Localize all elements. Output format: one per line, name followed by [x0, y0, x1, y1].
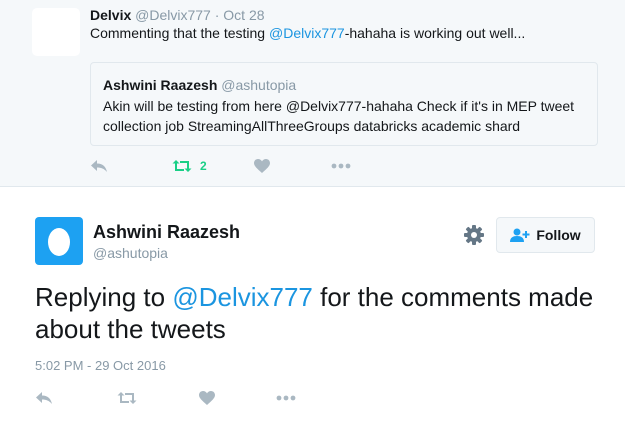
main-mention-link[interactable]: @Delvix777	[172, 282, 313, 312]
context-author-handle[interactable]: @Delvix777	[135, 7, 211, 23]
tweet-timestamp[interactable]: 5:02 PM - 29 Oct 2016	[35, 358, 166, 373]
main-tweet-actions	[35, 388, 335, 408]
quoted-tweet-text: Akin will be testing from here @Delvix77…	[103, 98, 575, 134]
main-tweet-text: Replying to @Delvix777 for the comments …	[35, 281, 595, 345]
context-more-button[interactable]	[331, 156, 351, 176]
quoted-author-name: Ashwini Raazesh	[103, 77, 218, 93]
context-text-prefix: Commenting that the testing	[90, 25, 269, 41]
context-tweet-date[interactable]: Oct 28	[223, 7, 264, 23]
reply-icon	[91, 160, 107, 172]
retweet-count: 2	[200, 159, 207, 173]
main-author-name[interactable]: Ashwini Raazesh	[93, 222, 240, 243]
follow-button[interactable]: Follow	[496, 217, 595, 253]
gear-icon	[464, 225, 484, 245]
more-icon	[331, 163, 351, 169]
quoted-author-handle: @ashutopia	[221, 77, 297, 93]
main-text-prefix: Replying to	[35, 282, 173, 312]
reply-icon	[36, 392, 52, 404]
like-icon	[254, 159, 270, 173]
main-more-button[interactable]	[276, 388, 296, 408]
main-author-handle[interactable]: @ashutopia	[93, 245, 168, 261]
header-separator: ·	[214, 7, 220, 23]
quoted-tweet[interactable]: Ashwini Raazesh @ashutopia Akin will be …	[90, 62, 598, 146]
context-tweet-header: Delvix @Delvix777 · Oct 28	[90, 7, 265, 23]
main-retweet-button[interactable]	[117, 388, 137, 408]
context-text-suffix: -hahaha is working out well...	[344, 25, 526, 41]
main-like-button[interactable]	[199, 388, 215, 408]
context-tweet[interactable]: Delvix @Delvix777 · Oct 28 Commenting th…	[0, 0, 625, 187]
like-icon	[199, 391, 215, 405]
context-like-button[interactable]	[254, 156, 270, 176]
retweet-icon	[172, 160, 192, 172]
context-reply-button[interactable]	[90, 156, 108, 176]
context-mention-link[interactable]: @Delvix777	[269, 25, 345, 41]
add-user-icon	[510, 228, 530, 242]
more-icon	[276, 395, 296, 401]
default-egg-avatar-icon	[48, 228, 70, 256]
context-author-name[interactable]: Delvix	[90, 7, 131, 23]
quoted-tweet-header: Ashwini Raazesh @ashutopia	[103, 77, 296, 93]
context-tweet-actions: 2	[90, 156, 390, 176]
retweet-icon	[117, 392, 137, 404]
context-tweet-text: Commenting that the testing @Delvix777-h…	[90, 25, 525, 41]
context-retweet-button[interactable]: 2	[172, 156, 207, 176]
user-actions-gear-button[interactable]	[463, 224, 485, 246]
main-reply-button[interactable]	[35, 388, 53, 408]
follow-button-label: Follow	[536, 227, 581, 243]
main-avatar[interactable]	[35, 217, 83, 265]
context-avatar[interactable]	[32, 8, 80, 56]
